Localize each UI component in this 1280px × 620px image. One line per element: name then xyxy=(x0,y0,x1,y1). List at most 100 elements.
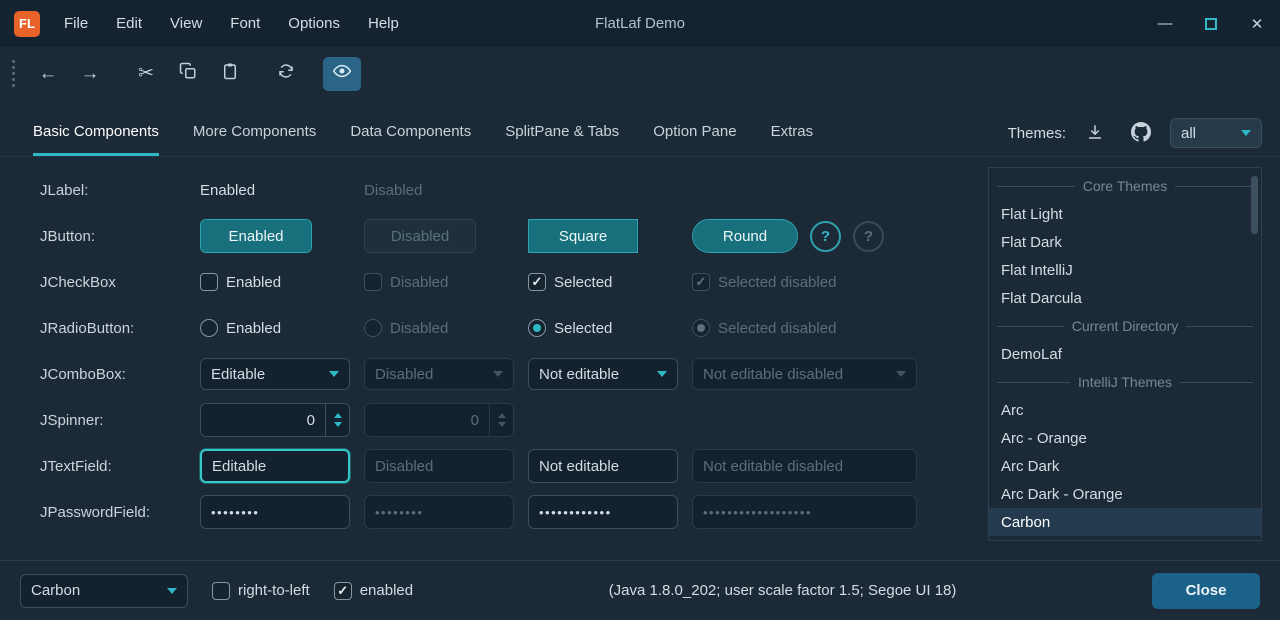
theme-item-flat-intellij[interactable]: Flat IntelliJ xyxy=(989,256,1261,284)
refresh-button[interactable] xyxy=(267,57,305,91)
maximize-icon xyxy=(1205,18,1217,30)
toolbar: ← → ✂ xyxy=(0,47,1280,100)
theme-filter-combo[interactable]: all xyxy=(1170,118,1262,148)
combobox-value: Editable xyxy=(211,366,265,383)
toolbar-grip[interactable] xyxy=(12,60,15,87)
jbutton-enabled[interactable]: Enabled xyxy=(200,219,312,253)
theme-item-demolaf[interactable]: DemoLaf xyxy=(989,340,1261,368)
jbutton-round[interactable]: Round xyxy=(692,219,798,253)
help-button[interactable]: ? xyxy=(810,221,841,252)
copy-button[interactable] xyxy=(169,57,207,91)
theme-item-arc[interactable]: Arc xyxy=(989,396,1261,424)
chevron-down-icon xyxy=(896,371,906,377)
radio-disabled: Disabled xyxy=(364,319,448,337)
checkbox-selected[interactable]: ✓ Selected xyxy=(528,273,612,291)
row-label-jcheckbox: JCheckBox xyxy=(40,274,186,291)
theme-separator: Core Themes xyxy=(989,172,1261,200)
checkbox-disabled: Disabled xyxy=(364,273,448,291)
theme-item-arc-dark[interactable]: Arc Dark xyxy=(989,452,1261,480)
spinner-input[interactable] xyxy=(201,404,325,436)
menu-options[interactable]: Options xyxy=(274,8,354,39)
theme-item-carbon[interactable]: Carbon xyxy=(989,508,1261,536)
refresh-icon xyxy=(277,62,295,86)
checkbox-label: Selected disabled xyxy=(718,274,836,291)
checkbox-enabled[interactable]: Enabled xyxy=(200,273,281,291)
spinner-buttons[interactable] xyxy=(325,404,349,436)
theme-combo[interactable]: Carbon xyxy=(20,574,188,608)
close-button[interactable]: Close xyxy=(1152,573,1260,609)
bottom-bar: Carbon right-to-left ✓ enabled (Java 1.8… xyxy=(0,560,1280,620)
minimize-button[interactable]: — xyxy=(1142,0,1188,47)
paste-button[interactable] xyxy=(211,57,249,91)
checkbox-icon xyxy=(364,273,382,291)
combobox-value: Not editable xyxy=(539,366,619,383)
enabled-checkbox[interactable]: ✓ enabled xyxy=(334,582,413,600)
components-grid: JLabel: Enabled Disabled JButton: Enable… xyxy=(40,167,917,560)
combobox-editable[interactable]: Editable xyxy=(200,358,350,390)
copy-icon xyxy=(179,62,197,86)
cut-button[interactable]: ✂ xyxy=(127,57,165,91)
close-icon: ✕ xyxy=(1251,15,1264,33)
scrollbar-thumb[interactable] xyxy=(1251,176,1258,234)
app-logo: FL xyxy=(14,11,40,37)
passwordfield-not-editable-disabled xyxy=(692,495,917,529)
radio-enabled[interactable]: Enabled xyxy=(200,319,281,337)
combobox-not-editable[interactable]: Not editable xyxy=(528,358,678,390)
github-button[interactable] xyxy=(1124,118,1158,148)
tab-extras[interactable]: Extras xyxy=(771,100,814,156)
textfield-not-editable[interactable] xyxy=(528,449,678,483)
menu-font[interactable]: Font xyxy=(216,8,274,39)
show-hidden-button[interactable] xyxy=(323,57,361,91)
paste-icon xyxy=(221,62,239,86)
forward-button[interactable]: → xyxy=(71,57,109,91)
radio-label: Selected disabled xyxy=(718,320,836,337)
maximize-button[interactable] xyxy=(1188,0,1234,47)
forward-icon: → xyxy=(81,63,100,85)
check-icon: ✓ xyxy=(532,274,543,290)
minimize-icon: — xyxy=(1158,15,1173,32)
theme-item-flat-darcula[interactable]: Flat Darcula xyxy=(989,284,1261,312)
tab-data-components[interactable]: Data Components xyxy=(350,100,471,156)
checkbox-label: Selected xyxy=(554,274,612,291)
textfield-disabled xyxy=(364,449,514,483)
passwordfield-enabled[interactable] xyxy=(200,495,350,529)
window: FL File Edit View Font Options Help Flat… xyxy=(0,0,1280,620)
spinner-up-icon xyxy=(498,413,506,418)
row-label-jbutton: JButton: xyxy=(40,228,186,245)
menu-help[interactable]: Help xyxy=(354,8,413,39)
chevron-down-icon xyxy=(329,371,339,377)
download-theme-button[interactable] xyxy=(1078,118,1112,148)
menu-view[interactable]: View xyxy=(156,8,216,39)
radio-selected[interactable]: Selected xyxy=(528,319,612,337)
theme-item-arc-dark-orange[interactable]: Arc Dark - Orange xyxy=(989,480,1261,508)
spinner-enabled[interactable] xyxy=(200,403,350,437)
passwordfield-disabled xyxy=(364,495,514,529)
row-label-jcombobox: JComboBox: xyxy=(40,366,186,383)
tab-option-pane[interactable]: Option Pane xyxy=(653,100,736,156)
theme-item-flat-dark[interactable]: Flat Dark xyxy=(989,228,1261,256)
radio-selected-icon xyxy=(692,319,710,337)
themes-list: Core Themes Flat Light Flat Dark Flat In… xyxy=(988,167,1262,541)
rtl-checkbox[interactable]: right-to-left xyxy=(212,582,310,600)
tab-basic-components[interactable]: Basic Components xyxy=(33,100,159,156)
tab-splitpane-tabs[interactable]: SplitPane & Tabs xyxy=(505,100,619,156)
textfield-editable[interactable] xyxy=(200,449,350,483)
themes-header: Themes: all xyxy=(1008,100,1262,156)
menu-file[interactable]: File xyxy=(50,8,102,39)
tab-more-components[interactable]: More Components xyxy=(193,100,316,156)
chevron-down-icon xyxy=(493,371,503,377)
close-window-button[interactable]: ✕ xyxy=(1234,0,1280,47)
checkbox-icon xyxy=(200,273,218,291)
theme-item-flat-light[interactable]: Flat Light xyxy=(989,200,1261,228)
check-icon: ✓ xyxy=(337,583,348,599)
theme-item-arc-orange[interactable]: Arc - Orange xyxy=(989,424,1261,452)
passwordfield-not-editable[interactable] xyxy=(528,495,678,529)
back-button[interactable]: ← xyxy=(29,57,67,91)
spinner-up-icon xyxy=(334,413,342,418)
checkbox-checked-icon: ✓ xyxy=(334,582,352,600)
menu-edit[interactable]: Edit xyxy=(102,8,156,39)
back-icon: ← xyxy=(39,63,58,85)
checkbox-checked-icon: ✓ xyxy=(692,273,710,291)
jbutton-square[interactable]: Square xyxy=(528,219,638,253)
combobox-value: Disabled xyxy=(375,366,433,383)
